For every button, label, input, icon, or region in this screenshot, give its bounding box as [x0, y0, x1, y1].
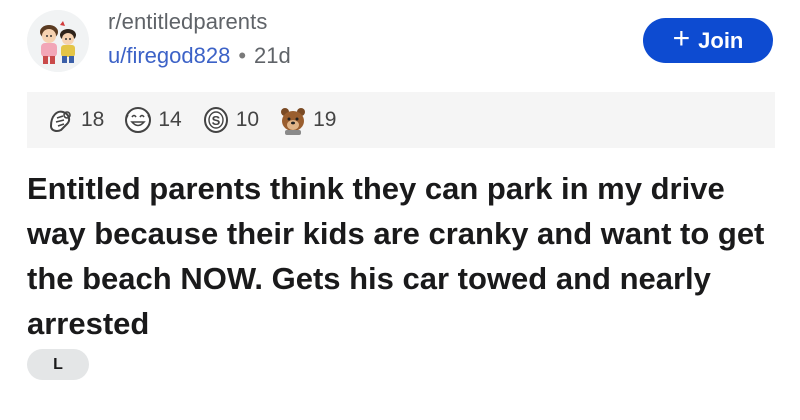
award-bear[interactable]: 19: [277, 104, 336, 136]
award-count: 10: [235, 108, 260, 131]
silver-coin-award-icon: S: [203, 107, 228, 133]
subreddit-name[interactable]: r/entitledparents: [108, 9, 267, 35]
awards-bar[interactable]: 18 14 S 10 19: [27, 92, 775, 148]
plus-icon: +: [672, 22, 691, 55]
post-title[interactable]: Entitled parents think they can park in …: [27, 166, 767, 346]
post-flair[interactable]: L: [27, 349, 89, 380]
post-meta: u/firegod828 • 21d: [108, 43, 291, 69]
bear-award-icon: [281, 108, 306, 135]
wholesome-award-icon: [49, 110, 71, 132]
post-author[interactable]: u/firegod828: [108, 43, 230, 68]
post-age: 21d: [254, 43, 291, 68]
join-button[interactable]: + Join: [643, 18, 773, 63]
join-button-label: Join: [698, 27, 744, 53]
award-count: 14: [158, 108, 182, 131]
svg-text:S: S: [211, 113, 220, 128]
award-count: 19: [313, 108, 337, 131]
subreddit-avatar[interactable]: [27, 10, 89, 72]
award-count: 18: [81, 108, 105, 131]
laughing-face-award-icon: [125, 107, 152, 133]
award-laughing[interactable]: 14: [122, 104, 182, 136]
award-silver[interactable]: S 10: [200, 104, 259, 136]
award-wholesome[interactable]: 18: [45, 104, 104, 136]
separator-dot: •: [238, 43, 247, 68]
